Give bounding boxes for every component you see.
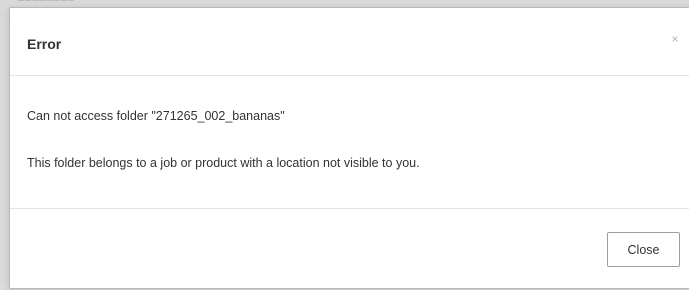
error-message-folder: Can not access folder "271265_002_banana… [27,109,285,123]
close-icon[interactable]: × [668,32,682,46]
close-button[interactable]: Close [607,232,680,267]
dialog-header: Error × [10,8,689,76]
error-dialog: Error × Can not access folder "271265_00… [9,7,689,289]
error-message-reason: This folder belongs to a job or product … [27,156,420,170]
dialog-title: Error [27,36,62,52]
backdrop-text-fragment: ‒‒‒‒‒‒‒‒ [18,0,138,4]
dialog-footer: Close [10,208,689,290]
dialog-body: Can not access folder "271265_002_banana… [10,76,689,208]
